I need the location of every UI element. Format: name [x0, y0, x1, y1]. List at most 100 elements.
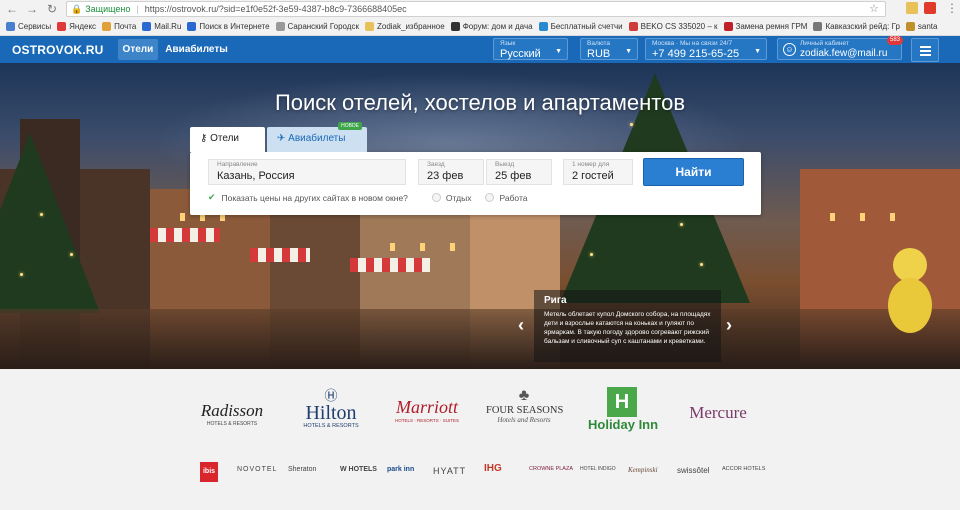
bookmark-item[interactable]: Замена ремня ГРМ — [723, 22, 808, 31]
hilton-logo[interactable]: Ⓗ Hilton HOTELS & RESORTS — [298, 388, 364, 430]
apps-icon — [6, 22, 15, 31]
bookmark-item[interactable]: Саранский Городск — [275, 22, 359, 31]
carousel-prev-icon[interactable]: ‹ — [518, 316, 524, 334]
tab-flights[interactable]: ✈ Авиабилеты НОВОЕ — [267, 122, 367, 152]
search-button[interactable]: Найти — [643, 158, 744, 186]
mercure-logo[interactable]: Mercure — [680, 403, 756, 423]
forward-icon[interactable]: → — [24, 1, 40, 17]
kempinski-logo[interactable]: Kempinski — [628, 466, 658, 474]
nav-tab-hotels[interactable]: Отели — [117, 39, 159, 60]
star-icon[interactable]: ☆ — [869, 2, 879, 15]
address-bar[interactable]: 🔒 Защищено | https://ostrovok.ru/?sid=e1… — [66, 1, 886, 17]
radisson-logo[interactable]: Radisson HOTELS & RESORTS — [196, 401, 268, 427]
account-label: Личный кабинет — [800, 40, 849, 47]
radio-work[interactable] — [485, 193, 495, 202]
checkin-field[interactable]: Заезд 23 фев — [418, 159, 484, 185]
bookmark-label: Замена ремня ГРМ — [735, 22, 808, 31]
checkout-field[interactable]: Выезд 25 фев — [486, 159, 552, 185]
radio-leisure[interactable] — [431, 193, 441, 202]
logo[interactable]: OSTROVOK.RU — [12, 43, 104, 57]
browser-chrome: ← → ↻ 🔒 Защищено | https://ostrovok.ru/?… — [0, 0, 960, 36]
brands-section: Radisson HOTELS & RESORTS Ⓗ Hilton HOTEL… — [0, 369, 960, 510]
marriott-logo[interactable]: Marriott HOTELS · RESORTS · SUITES — [390, 397, 464, 423]
city-card: Рига Метель облетает купол Домского собо… — [534, 290, 721, 362]
bookmark-item[interactable]: santa — [905, 22, 938, 31]
destination-value: Казань, Россия — [217, 170, 295, 182]
guests-field[interactable]: 1 номер для 2 гостей — [563, 159, 633, 185]
bookmark-item[interactable]: Почта — [102, 22, 136, 31]
key-icon: ⚷ — [200, 133, 208, 144]
bookmark-item[interactable]: Форум: дом и дача — [450, 22, 533, 31]
language-selector[interactable]: Язык Русский ▼ — [493, 38, 568, 60]
account-button[interactable]: ☺ Личный кабинет zodiak.few@mail.ru 583 — [777, 36, 903, 60]
lock-icon: 🔒 — [71, 3, 83, 14]
crowneplaza-logo[interactable]: CROWNE PLAZA — [529, 466, 573, 472]
nav-tab-flights[interactable]: Авиабилеты — [160, 39, 233, 60]
search-icon — [187, 22, 197, 31]
reload-icon[interactable]: ↻ — [44, 1, 60, 17]
ihg-logo[interactable]: IHG — [484, 463, 502, 474]
city-name: Рига — [544, 295, 567, 306]
currency-selector[interactable]: Валюта RUB ▼ — [580, 38, 638, 60]
search-options: ✔ Показать цены на других сайтах в новом… — [208, 192, 528, 203]
novotel-logo[interactable]: NOVOTEL — [237, 466, 277, 473]
snowman-decoration — [893, 248, 927, 282]
fourseasons-logo[interactable]: ♣ FOUR SEASONS Hotels and Resorts — [486, 387, 563, 424]
beko-icon — [628, 22, 638, 31]
bookmark-label: Кавказский рейд: Гр — [825, 22, 900, 31]
menu-dots-icon[interactable]: ⋮ — [944, 0, 960, 16]
bookmark-item[interactable]: Яндекс — [57, 22, 96, 31]
bookmark-label: Zodiak_избранное — [376, 22, 445, 31]
bookmark-item[interactable]: BEKO CS 335020 – к — [628, 22, 718, 31]
mailru-icon — [142, 22, 152, 31]
bookmark-item[interactable]: Кавказский рейд: Гр — [813, 22, 900, 31]
parkinn-logo[interactable]: park inn — [387, 466, 414, 473]
secure-label: Защищено — [85, 4, 131, 14]
extension-icon[interactable] — [906, 2, 918, 14]
forum-icon — [450, 22, 460, 31]
user-icon: ☺ — [783, 43, 796, 56]
checkout-value: 25 фев — [495, 170, 532, 182]
chevron-down-icon: ▼ — [555, 48, 562, 55]
bookmark-item[interactable]: Zodiak_избранное — [364, 22, 445, 31]
bookmark-item[interactable]: Бесплатный счетчи — [538, 22, 623, 31]
url-text: https://ostrovok.ru/?sid=e1f0e52f-3e59-4… — [144, 4, 407, 14]
notification-badge: 583 — [886, 36, 903, 45]
tab-hotels-label: Отели — [210, 133, 240, 144]
back-icon[interactable]: ← — [4, 1, 20, 17]
radio-leisure-label: Отдых — [445, 192, 472, 203]
swissotel-logo[interactable]: swissôtel — [677, 466, 709, 475]
sheraton-logo[interactable]: Sheraton — [288, 466, 316, 473]
ibis-logo[interactable]: ibis — [200, 462, 218, 482]
bookmark-item[interactable]: Mail.Ru — [142, 22, 181, 31]
hilton-h-icon: Ⓗ — [324, 388, 338, 403]
counter-icon — [538, 22, 548, 31]
w-hotels-logo[interactable]: W HOTELS — [340, 466, 377, 473]
plane-icon: ✈ — [277, 133, 286, 144]
checkin-label: Заезд — [427, 161, 445, 168]
chevron-down-icon: ▼ — [754, 48, 761, 55]
holidayinn-logo[interactable]: H Holiday Inn — [588, 387, 658, 432]
phone-selector[interactable]: Москва · Мы на связи 24/7 +7 499 215-65-… — [645, 38, 767, 60]
bookmark-item[interactable]: Поиск в Интернете — [187, 22, 270, 31]
extension-icon[interactable] — [924, 2, 936, 14]
tab-hotels[interactable]: ⚷ Отели — [190, 127, 265, 152]
accorhotels-logo[interactable]: ACCOR HOTELS — [722, 466, 765, 472]
hotelindigo-logo[interactable]: HOTEL INDIGO — [580, 466, 616, 472]
checkbox-compare-prices[interactable]: ✔ — [208, 192, 216, 203]
url-separator: | — [136, 4, 139, 14]
mail-icon — [102, 22, 112, 31]
carousel-next-icon[interactable]: › — [726, 316, 732, 334]
bookmark-label: santa — [917, 22, 938, 31]
bookmark-label: Поиск в Интернете — [199, 22, 270, 31]
destination-field[interactable]: Направление Казань, Россия — [208, 159, 406, 185]
chevron-down-icon: ▼ — [625, 48, 632, 55]
tab-flights-label: Авиабилеты — [288, 133, 346, 144]
bookmark-label: Сервисы — [18, 22, 52, 31]
hamburger-menu-button[interactable] — [911, 38, 939, 62]
site-header: OSTROVOK.RU Отели Авиабилеты Язык Русски… — [0, 36, 960, 63]
hyatt-logo[interactable]: HYATT — [433, 466, 466, 476]
bookmark-item[interactable]: Сервисы — [6, 22, 51, 31]
bookmark-label: Саранский Городск — [287, 22, 359, 31]
yandex-icon — [57, 22, 67, 31]
